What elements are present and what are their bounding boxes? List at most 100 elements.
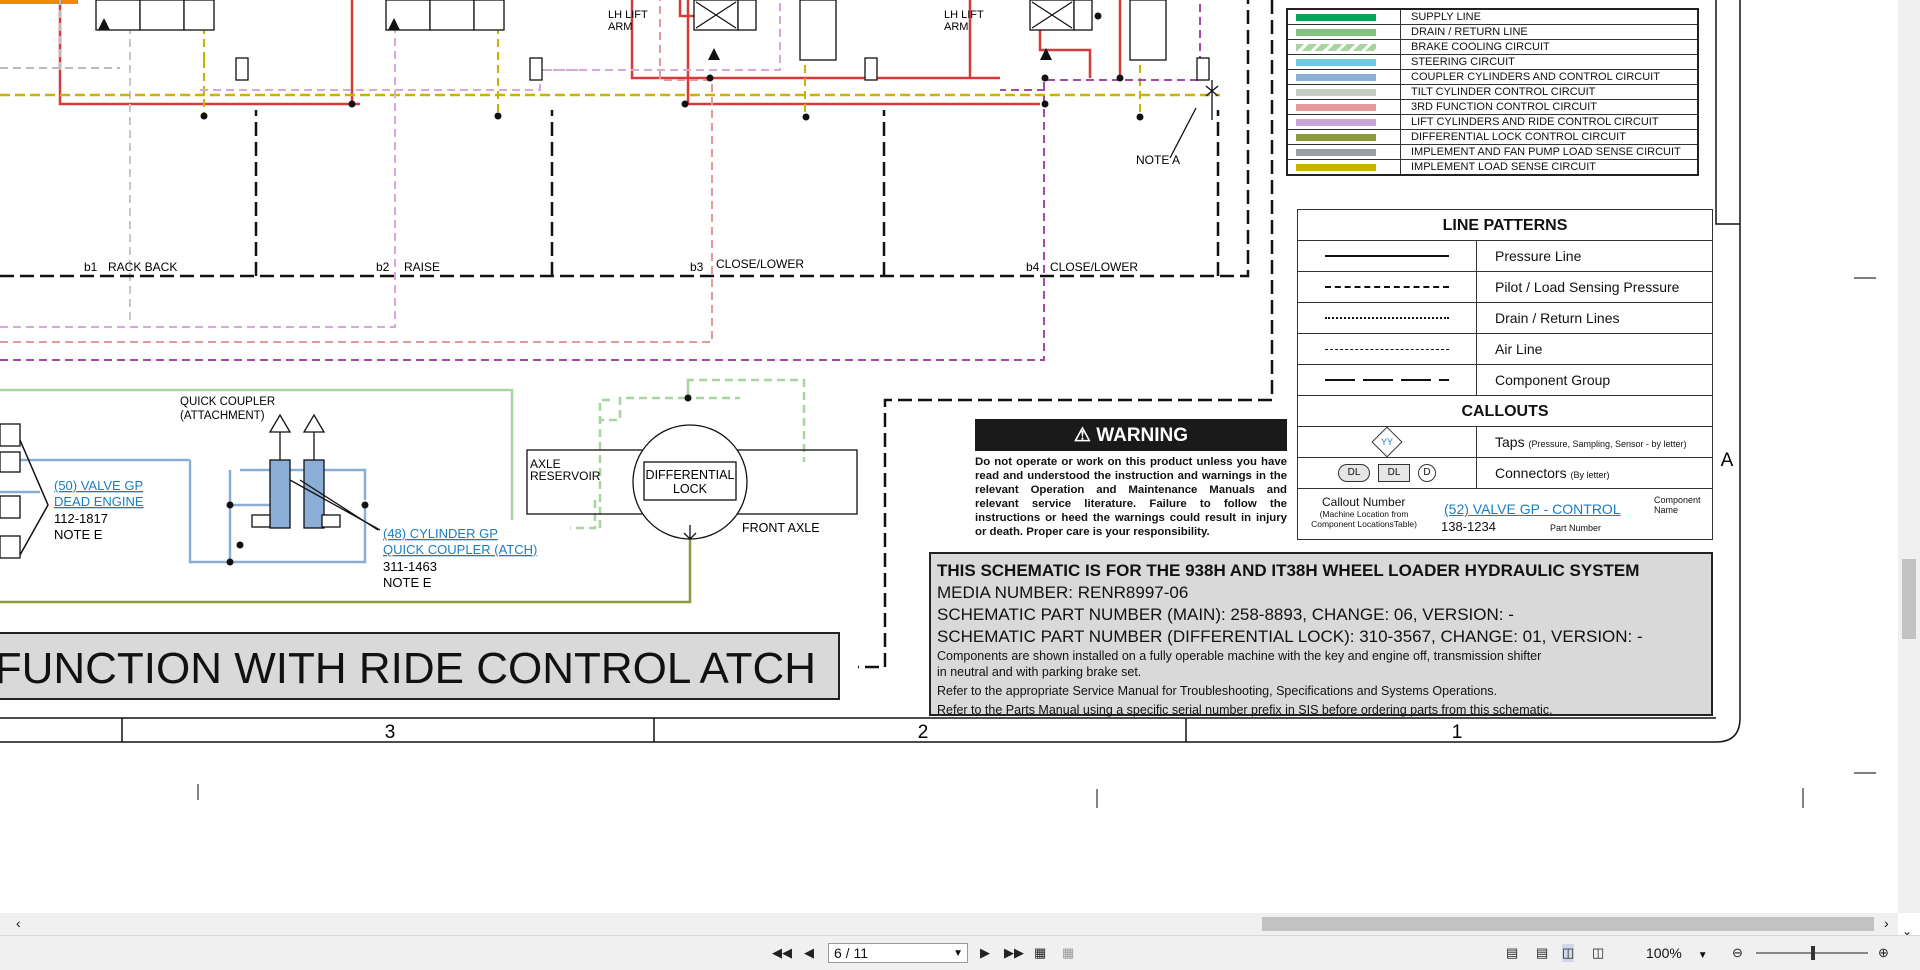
front-axle-label: FRONT AXLE	[742, 521, 820, 535]
document-viewport: LH LIFT ARM LH LIFT ARM NOTE A b1 RACK BA…	[0, 0, 1898, 913]
connectors-row: DL DL D Connectors (By letter)	[1298, 458, 1712, 489]
viewer-toolbar: ◀◀ ◀ 6 / 11 ▼ ▶ ▶▶ ▦ ▦ ▤ ▤ ◫ ◫ 100% ▼ ⊖ ⊕	[0, 935, 1920, 970]
svg-text:DEAD ENGINE: DEAD ENGINE	[54, 494, 144, 509]
line-pattern-label: Pilot / Load Sensing Pressure	[1495, 279, 1680, 295]
prev-page-icon[interactable]: ◀	[804, 944, 814, 962]
zoom-slider-handle[interactable]	[1811, 946, 1815, 960]
legend-row: IMPLEMENT LOAD SENSE CIRCUIT	[1286, 159, 1699, 176]
section-label-b2: b2	[376, 260, 390, 274]
legend-label: DRAIN / RETURN LINE	[1400, 24, 1699, 40]
line-pattern-row: Component Group	[1298, 365, 1712, 396]
svg-text:RESERVOIR: RESERVOIR	[530, 469, 601, 483]
legend-swatch	[1296, 163, 1376, 171]
svg-text:RACK BACK: RACK BACK	[108, 260, 177, 274]
legend-row: IMPLEMENT AND FAN PUMP LOAD SENSE CIRCUI…	[1286, 144, 1699, 160]
scroll-left-icon[interactable]: ‹	[16, 915, 21, 931]
svg-text:LOCK: LOCK	[673, 482, 708, 496]
legend-label: 3RD FUNCTION CONTROL CIRCUIT	[1400, 99, 1699, 115]
svg-text:CLOSE/LOWER: CLOSE/LOWER	[1050, 260, 1138, 274]
cylinder-gp-part: 311-1463	[383, 559, 437, 574]
single-page-view-icon[interactable]: ▤	[1506, 944, 1518, 962]
legend-label: IMPLEMENT AND FAN PUMP LOAD SENSE CIRCUI…	[1400, 144, 1699, 160]
horizontal-scroll-thumb[interactable]	[1262, 917, 1874, 931]
legend-label: BRAKE COOLING CIRCUIT	[1400, 39, 1699, 55]
note-a-label: NOTE A	[1136, 153, 1180, 167]
horizontal-scrollbar[interactable]: ‹ ›	[0, 913, 1898, 935]
legend-label: STEERING CIRCUIT	[1400, 54, 1699, 70]
cylinder-gp-link[interactable]: (48) CYLINDER GP	[383, 526, 498, 541]
grid-letter-a: A	[1721, 450, 1734, 471]
legend-swatch	[1296, 133, 1376, 141]
differential-lock-label: DIFFERENTIAL	[646, 468, 735, 482]
callout-example: Callout Number (Machine Location from Co…	[1311, 495, 1701, 534]
legend-swatch	[1296, 13, 1376, 21]
copy-page-icon[interactable]: ▦	[1062, 944, 1074, 962]
line-pattern-label: Drain / Return Lines	[1495, 310, 1620, 326]
legend-label: COUPLER CYLINDERS AND CONTROL CIRCUIT	[1400, 69, 1699, 85]
legend-swatch	[1296, 88, 1376, 96]
vertical-scrollbar[interactable]: ⌄	[1898, 0, 1920, 938]
zoom-out-icon[interactable]: ⊖	[1732, 944, 1743, 962]
svg-text:ARM: ARM	[608, 21, 632, 33]
rotate-page-icon[interactable]: ▦	[1034, 944, 1046, 962]
next-page-icon[interactable]: ▶	[980, 944, 990, 962]
line-pattern-sample	[1325, 348, 1449, 350]
line-pattern-row: Air Line	[1298, 334, 1712, 365]
legend-row: SUPPLY LINE	[1286, 8, 1699, 25]
svg-text:(ATTACHMENT): (ATTACHMENT)	[180, 410, 265, 422]
line-patterns-panel: LINE PATTERNS Pressure Line Pilot / Load …	[1297, 209, 1713, 540]
scroll-right-icon[interactable]: ›	[1884, 915, 1889, 931]
section-label-b4: b4	[1026, 260, 1040, 274]
valve-gp-part: 112-1817	[54, 511, 108, 526]
two-page-view-icon[interactable]: ◫	[1562, 944, 1575, 962]
line-patterns-title: LINE PATTERNS	[1298, 210, 1712, 241]
legend-row: STEERING CIRCUIT	[1286, 54, 1699, 70]
legend-swatch	[1296, 118, 1376, 126]
page-number-input[interactable]: 6 / 11 ▼	[828, 943, 968, 963]
legend-swatch	[1296, 73, 1376, 81]
zoom-dropdown-icon[interactable]: ▼	[1698, 950, 1708, 961]
connector-box-icon: DL	[1378, 464, 1410, 482]
legend-row: LIFT CYLINDERS AND RIDE CONTROL CIRCUIT	[1286, 114, 1699, 130]
part-number-diff-lock: SCHEMATIC PART NUMBER (DIFFERENTIAL LOCK…	[937, 627, 1643, 646]
legend-label: TILT CYLINDER CONTROL CIRCUIT	[1400, 84, 1699, 100]
media-number: MEDIA NUMBER: RENR8997-06	[937, 583, 1189, 602]
legend-swatch	[1296, 43, 1376, 51]
connector-oval-icon: DL	[1338, 464, 1370, 482]
line-pattern-label: Air Line	[1495, 341, 1543, 357]
legend-swatch	[1296, 103, 1376, 111]
svg-text:CLOSE/LOWER: CLOSE/LOWER	[716, 257, 804, 271]
line-pattern-sample	[1325, 255, 1449, 257]
last-page-icon[interactable]: ▶▶	[1004, 944, 1024, 962]
info-note-1b: in neutral and with parking brake set.	[937, 665, 1142, 679]
legend-row: DRAIN / RETURN LINE	[1286, 24, 1699, 40]
zoom-in-icon[interactable]: ⊕	[1878, 944, 1889, 962]
circuit-legend-table: SUPPLY LINE DRAIN / RETURN LINE BRAKE COOL…	[1286, 8, 1699, 176]
line-pattern-label: Component Group	[1495, 372, 1611, 388]
valve-gp-control-link[interactable]: (52) VALVE GP - CONTROL	[1444, 501, 1621, 517]
line-pattern-label: Pressure Line	[1495, 248, 1582, 264]
taps-row: YY Taps (Pressure, Sampling, Sensor - by…	[1298, 426, 1712, 458]
continuous-view-icon[interactable]: ▤	[1536, 944, 1548, 962]
connector-circle-icon: D	[1418, 464, 1436, 482]
section-label-b1: b1	[84, 260, 98, 274]
schematic-title: THIS SCHEMATIC IS FOR THE 938H AND IT38H…	[937, 561, 1640, 580]
book-view-icon[interactable]: ◫	[1592, 944, 1604, 962]
quick-coupler-label: QUICK COUPLER	[180, 396, 275, 408]
legend-swatch	[1296, 28, 1376, 36]
info-note-2: Refer to the appropriate Service Manual …	[937, 684, 1498, 698]
part-number-main: SCHEMATIC PART NUMBER (MAIN): 258-8893, …	[937, 605, 1514, 624]
legend-label: IMPLEMENT LOAD SENSE CIRCUIT	[1400, 159, 1699, 176]
grid-number-1: 1	[1452, 722, 1463, 743]
chevron-down-icon[interactable]: ▼	[953, 944, 963, 963]
vertical-scroll-thumb[interactable]	[1902, 559, 1916, 639]
first-page-icon[interactable]: ◀◀	[772, 944, 792, 962]
line-pattern-row: Drain / Return Lines	[1298, 303, 1712, 334]
legend-row: BRAKE COOLING CIRCUIT	[1286, 39, 1699, 55]
line-pattern-sample	[1325, 379, 1449, 381]
zoom-level[interactable]: 100% ▼	[1646, 945, 1708, 961]
lift-arm-label-2: LH LIFT	[944, 9, 984, 21]
taps-diamond-icon: YY	[1371, 426, 1403, 458]
legend-row: DIFFERENTIAL LOCK CONTROL CIRCUIT	[1286, 129, 1699, 145]
valve-gp-link[interactable]: (50) VALVE GP	[54, 478, 143, 493]
